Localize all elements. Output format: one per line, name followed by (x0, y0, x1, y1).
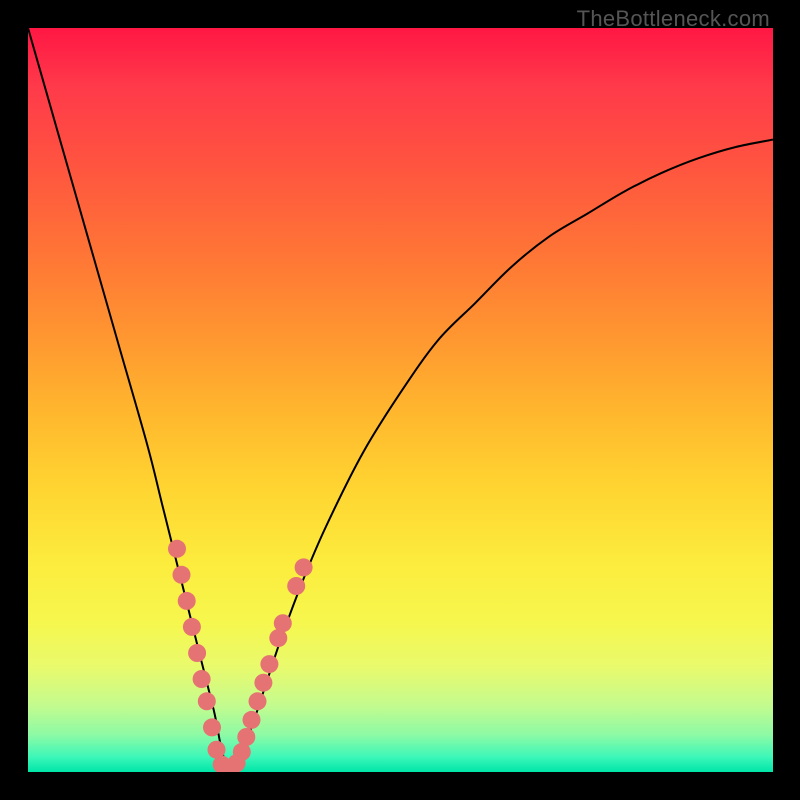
curve-svg (28, 28, 773, 772)
data-marker (178, 592, 196, 610)
data-marker (203, 718, 221, 736)
data-marker (183, 618, 201, 636)
data-marker (173, 566, 191, 584)
plot-area (28, 28, 773, 772)
bottleneck-curve (28, 28, 773, 772)
marker-group (168, 540, 313, 772)
data-marker (260, 655, 278, 673)
chart-container: TheBottleneck.com (0, 0, 800, 800)
data-marker (198, 692, 216, 710)
data-marker (188, 644, 206, 662)
data-marker (237, 728, 255, 746)
data-marker (287, 577, 305, 595)
data-marker (274, 614, 292, 632)
data-marker (249, 692, 267, 710)
data-marker (168, 540, 186, 558)
data-marker (295, 558, 313, 576)
data-marker (243, 711, 261, 729)
data-marker (193, 670, 211, 688)
data-marker (254, 674, 272, 692)
